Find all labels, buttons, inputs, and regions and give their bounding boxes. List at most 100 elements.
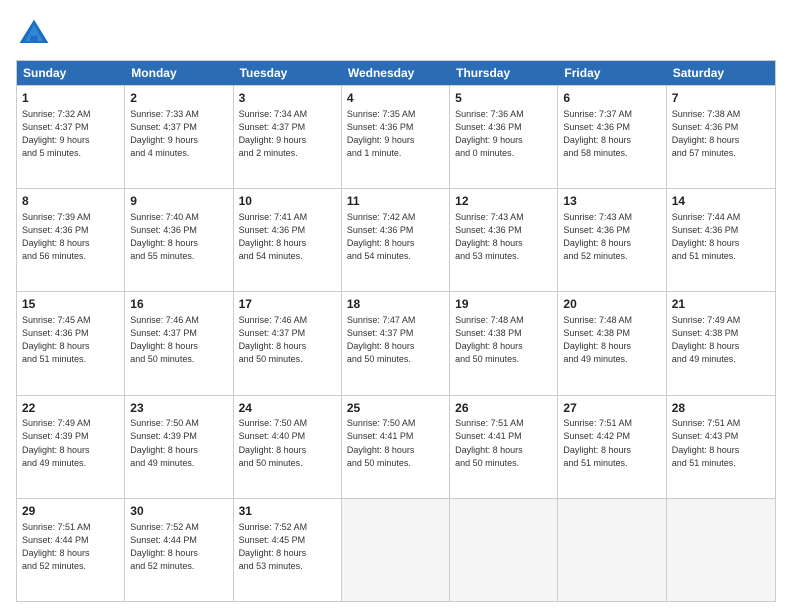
cell-info: Sunrise: 7:51 AMSunset: 4:41 PMDaylight:… [455,417,552,469]
cell-info: Sunrise: 7:37 AMSunset: 4:36 PMDaylight:… [563,108,660,160]
cell-info: Sunrise: 7:46 AMSunset: 4:37 PMDaylight:… [239,314,336,366]
cell-info: Sunrise: 7:50 AMSunset: 4:39 PMDaylight:… [130,417,227,469]
day-number: 23 [130,400,227,417]
day-cell-4: 4Sunrise: 7:35 AMSunset: 4:36 PMDaylight… [342,86,450,188]
day-number: 15 [22,296,119,313]
cell-info: Sunrise: 7:36 AMSunset: 4:36 PMDaylight:… [455,108,552,160]
cell-info: Sunrise: 7:51 AMSunset: 4:44 PMDaylight:… [22,521,119,573]
day-cell-8: 8Sunrise: 7:39 AMSunset: 4:36 PMDaylight… [17,189,125,291]
day-number: 24 [239,400,336,417]
day-number: 26 [455,400,552,417]
day-cell-29: 29Sunrise: 7:51 AMSunset: 4:44 PMDayligh… [17,499,125,601]
cell-info: Sunrise: 7:48 AMSunset: 4:38 PMDaylight:… [455,314,552,366]
day-cell-21: 21Sunrise: 7:49 AMSunset: 4:38 PMDayligh… [667,292,775,394]
header-day-thursday: Thursday [450,61,558,85]
day-number: 14 [672,193,770,210]
day-cell-6: 6Sunrise: 7:37 AMSunset: 4:36 PMDaylight… [558,86,666,188]
cell-info: Sunrise: 7:46 AMSunset: 4:37 PMDaylight:… [130,314,227,366]
day-cell-3: 3Sunrise: 7:34 AMSunset: 4:37 PMDaylight… [234,86,342,188]
header [16,16,776,52]
cell-info: Sunrise: 7:43 AMSunset: 4:36 PMDaylight:… [455,211,552,263]
cell-info: Sunrise: 7:47 AMSunset: 4:37 PMDaylight:… [347,314,444,366]
cell-info: Sunrise: 7:45 AMSunset: 4:36 PMDaylight:… [22,314,119,366]
day-number: 19 [455,296,552,313]
calendar: SundayMondayTuesdayWednesdayThursdayFrid… [16,60,776,602]
calendar-body: 1Sunrise: 7:32 AMSunset: 4:37 PMDaylight… [17,85,775,601]
day-cell-19: 19Sunrise: 7:48 AMSunset: 4:38 PMDayligh… [450,292,558,394]
day-number: 25 [347,400,444,417]
cell-info: Sunrise: 7:43 AMSunset: 4:36 PMDaylight:… [563,211,660,263]
day-number: 28 [672,400,770,417]
day-cell-16: 16Sunrise: 7:46 AMSunset: 4:37 PMDayligh… [125,292,233,394]
calendar-header: SundayMondayTuesdayWednesdayThursdayFrid… [17,61,775,85]
cell-info: Sunrise: 7:38 AMSunset: 4:36 PMDaylight:… [672,108,770,160]
day-cell-11: 11Sunrise: 7:42 AMSunset: 4:36 PMDayligh… [342,189,450,291]
day-cell-20: 20Sunrise: 7:48 AMSunset: 4:38 PMDayligh… [558,292,666,394]
day-cell-2: 2Sunrise: 7:33 AMSunset: 4:37 PMDaylight… [125,86,233,188]
day-number: 27 [563,400,660,417]
day-number: 29 [22,503,119,520]
day-cell-5: 5Sunrise: 7:36 AMSunset: 4:36 PMDaylight… [450,86,558,188]
cell-info: Sunrise: 7:33 AMSunset: 4:37 PMDaylight:… [130,108,227,160]
calendar-row-3: 22Sunrise: 7:49 AMSunset: 4:39 PMDayligh… [17,395,775,498]
day-number: 5 [455,90,552,107]
cell-info: Sunrise: 7:48 AMSunset: 4:38 PMDaylight:… [563,314,660,366]
day-number: 18 [347,296,444,313]
day-cell-22: 22Sunrise: 7:49 AMSunset: 4:39 PMDayligh… [17,396,125,498]
day-number: 30 [130,503,227,520]
logo [16,16,58,52]
day-cell-17: 17Sunrise: 7:46 AMSunset: 4:37 PMDayligh… [234,292,342,394]
day-cell-1: 1Sunrise: 7:32 AMSunset: 4:37 PMDaylight… [17,86,125,188]
day-number: 2 [130,90,227,107]
header-day-monday: Monday [125,61,233,85]
day-cell-10: 10Sunrise: 7:41 AMSunset: 4:36 PMDayligh… [234,189,342,291]
empty-cell [667,499,775,601]
day-cell-14: 14Sunrise: 7:44 AMSunset: 4:36 PMDayligh… [667,189,775,291]
empty-cell [558,499,666,601]
cell-info: Sunrise: 7:49 AMSunset: 4:38 PMDaylight:… [672,314,770,366]
day-cell-27: 27Sunrise: 7:51 AMSunset: 4:42 PMDayligh… [558,396,666,498]
day-number: 4 [347,90,444,107]
cell-info: Sunrise: 7:40 AMSunset: 4:36 PMDaylight:… [130,211,227,263]
day-number: 11 [347,193,444,210]
cell-info: Sunrise: 7:51 AMSunset: 4:43 PMDaylight:… [672,417,770,469]
cell-info: Sunrise: 7:41 AMSunset: 4:36 PMDaylight:… [239,211,336,263]
day-number: 1 [22,90,119,107]
cell-info: Sunrise: 7:49 AMSunset: 4:39 PMDaylight:… [22,417,119,469]
header-day-wednesday: Wednesday [342,61,450,85]
header-day-sunday: Sunday [17,61,125,85]
day-number: 22 [22,400,119,417]
day-number: 13 [563,193,660,210]
day-cell-24: 24Sunrise: 7:50 AMSunset: 4:40 PMDayligh… [234,396,342,498]
day-cell-9: 9Sunrise: 7:40 AMSunset: 4:36 PMDaylight… [125,189,233,291]
cell-info: Sunrise: 7:52 AMSunset: 4:45 PMDaylight:… [239,521,336,573]
empty-cell [450,499,558,601]
day-number: 8 [22,193,119,210]
day-cell-15: 15Sunrise: 7:45 AMSunset: 4:36 PMDayligh… [17,292,125,394]
day-number: 31 [239,503,336,520]
cell-info: Sunrise: 7:51 AMSunset: 4:42 PMDaylight:… [563,417,660,469]
day-cell-31: 31Sunrise: 7:52 AMSunset: 4:45 PMDayligh… [234,499,342,601]
header-day-saturday: Saturday [667,61,775,85]
calendar-row-1: 8Sunrise: 7:39 AMSunset: 4:36 PMDaylight… [17,188,775,291]
empty-cell [342,499,450,601]
day-cell-30: 30Sunrise: 7:52 AMSunset: 4:44 PMDayligh… [125,499,233,601]
cell-info: Sunrise: 7:39 AMSunset: 4:36 PMDaylight:… [22,211,119,263]
day-number: 6 [563,90,660,107]
day-number: 21 [672,296,770,313]
cell-info: Sunrise: 7:44 AMSunset: 4:36 PMDaylight:… [672,211,770,263]
cell-info: Sunrise: 7:34 AMSunset: 4:37 PMDaylight:… [239,108,336,160]
cell-info: Sunrise: 7:52 AMSunset: 4:44 PMDaylight:… [130,521,227,573]
day-cell-7: 7Sunrise: 7:38 AMSunset: 4:36 PMDaylight… [667,86,775,188]
day-cell-18: 18Sunrise: 7:47 AMSunset: 4:37 PMDayligh… [342,292,450,394]
day-cell-13: 13Sunrise: 7:43 AMSunset: 4:36 PMDayligh… [558,189,666,291]
header-day-tuesday: Tuesday [234,61,342,85]
header-day-friday: Friday [558,61,666,85]
page: SundayMondayTuesdayWednesdayThursdayFrid… [0,0,792,612]
day-number: 10 [239,193,336,210]
day-cell-12: 12Sunrise: 7:43 AMSunset: 4:36 PMDayligh… [450,189,558,291]
calendar-row-0: 1Sunrise: 7:32 AMSunset: 4:37 PMDaylight… [17,85,775,188]
calendar-row-4: 29Sunrise: 7:51 AMSunset: 4:44 PMDayligh… [17,498,775,601]
day-number: 16 [130,296,227,313]
day-number: 12 [455,193,552,210]
